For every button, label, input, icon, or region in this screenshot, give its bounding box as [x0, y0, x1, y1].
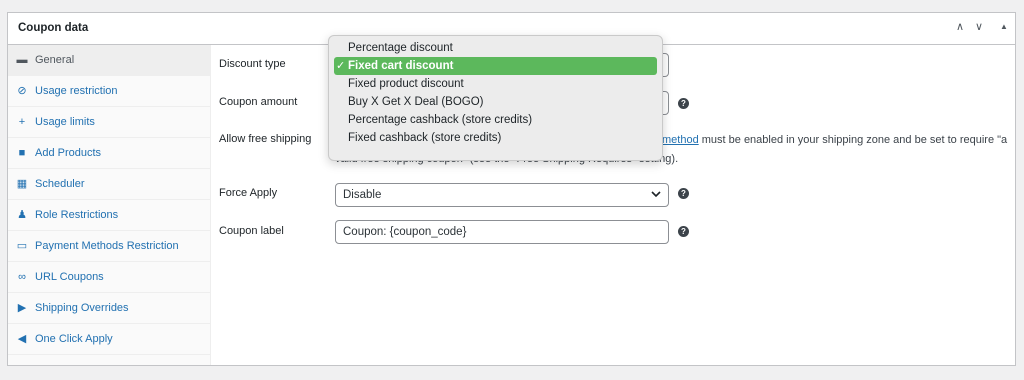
- tab-usage-restriction[interactable]: ⊘ Usage restriction: [8, 76, 210, 107]
- coupon-label-input[interactable]: Coupon: {coupon_code}: [335, 220, 669, 244]
- coupon-tabs-sidebar: ▬ General ⊘ Usage restriction + Usage li…: [8, 45, 211, 365]
- tab-label: Scheduler: [35, 178, 85, 190]
- tab-url-coupons[interactable]: ∞ URL Coupons: [8, 262, 210, 293]
- option-label: Fixed cart discount: [348, 60, 454, 72]
- coupon-label-label: Coupon label: [219, 225, 284, 237]
- block-icon: ⊘: [17, 85, 27, 97]
- option-fixed-product-discount[interactable]: Fixed product discount: [334, 75, 657, 93]
- tab-one-click-apply[interactable]: ◀ One Click Apply: [8, 324, 210, 355]
- option-label: Percentage cashback (store credits): [348, 114, 533, 126]
- option-label: Fixed cashback (store credits): [348, 132, 502, 144]
- option-fixed-cart-discount[interactable]: ✓ Fixed cart discount: [334, 57, 657, 75]
- tab-general[interactable]: ▬ General: [8, 45, 210, 76]
- plus-icon: +: [18, 116, 26, 128]
- calendar-icon: ▦: [16, 178, 28, 190]
- collapse-toggle-icon[interactable]: ▲: [1000, 22, 1008, 31]
- free-shipping-desc-text: must be enabled in your shipping zone an…: [698, 134, 1008, 146]
- coupon-label-help-icon[interactable]: ?: [678, 226, 689, 237]
- force-apply-select[interactable]: Disable: [335, 183, 669, 207]
- tab-label: Usage limits: [35, 116, 95, 128]
- coupon-amount-help-icon[interactable]: ?: [678, 98, 689, 109]
- option-label: Percentage discount: [348, 42, 453, 54]
- panel-title: Coupon data: [18, 22, 89, 34]
- tab-label: Add Products: [35, 147, 102, 159]
- option-percentage-discount[interactable]: Percentage discount: [334, 39, 657, 57]
- tab-role-restrictions[interactable]: ♟ Role Restrictions: [8, 200, 210, 231]
- checkmark-icon: ✓: [336, 60, 346, 72]
- tab-label: One Click Apply: [35, 333, 113, 345]
- move-up-icon[interactable]: ∧: [956, 20, 964, 33]
- tab-payment-methods-restriction[interactable]: ▭ Payment Methods Restriction: [8, 231, 210, 262]
- discount-type-dropdown: Percentage discount ✓ Fixed cart discoun…: [328, 35, 663, 161]
- coupon-data-panel: Coupon data ∧ ∨ ▲ ▬ General ⊘ Usage rest…: [7, 12, 1016, 366]
- tab-shipping-overrides[interactable]: ▶ Shipping Overrides: [8, 293, 210, 324]
- ticket-icon: ▬: [16, 54, 28, 66]
- tab-label: Usage restriction: [35, 85, 118, 97]
- discount-type-label: Discount type: [219, 58, 286, 70]
- tab-label: General: [35, 54, 75, 66]
- tab-usage-limits[interactable]: + Usage limits: [8, 107, 210, 138]
- option-label: Buy X Get X Deal (BOGO): [348, 96, 484, 108]
- shipping-method-link[interactable]: method: [662, 134, 699, 146]
- card-icon: ▭: [16, 240, 28, 252]
- chevron-down-icon: [651, 189, 661, 202]
- megaphone-icon: ◀: [17, 333, 27, 345]
- tab-label: URL Coupons: [35, 271, 104, 283]
- tab-label: Payment Methods Restriction: [35, 240, 179, 252]
- tab-label: Shipping Overrides: [35, 302, 129, 314]
- link-icon: ∞: [18, 271, 26, 283]
- bag-icon: ■: [18, 147, 26, 159]
- coupon-label-value: Coupon: {coupon_code}: [343, 226, 467, 238]
- coupon-amount-label: Coupon amount: [219, 96, 298, 108]
- tab-label: Role Restrictions: [35, 209, 119, 221]
- tab-scheduler[interactable]: ▦ Scheduler: [8, 169, 210, 200]
- force-apply-help-icon[interactable]: ?: [678, 188, 689, 199]
- free-shipping-label: Allow free shipping: [219, 133, 312, 145]
- option-fixed-cashback[interactable]: Fixed cashback (store credits): [334, 129, 657, 147]
- option-percentage-cashback[interactable]: Percentage cashback (store credits): [334, 111, 657, 129]
- force-apply-label: Force Apply: [219, 187, 278, 199]
- option-label: Fixed product discount: [348, 78, 464, 90]
- user-icon: ♟: [17, 209, 27, 221]
- truck-icon: ▶: [17, 302, 27, 314]
- free-shipping-description-line-1: method must be enabled in your shipping …: [662, 134, 1007, 146]
- move-down-icon[interactable]: ∨: [975, 20, 983, 33]
- force-apply-value: Disable: [343, 189, 382, 201]
- tab-add-products[interactable]: ■ Add Products: [8, 138, 210, 169]
- option-bogo[interactable]: Buy X Get X Deal (BOGO): [334, 93, 657, 111]
